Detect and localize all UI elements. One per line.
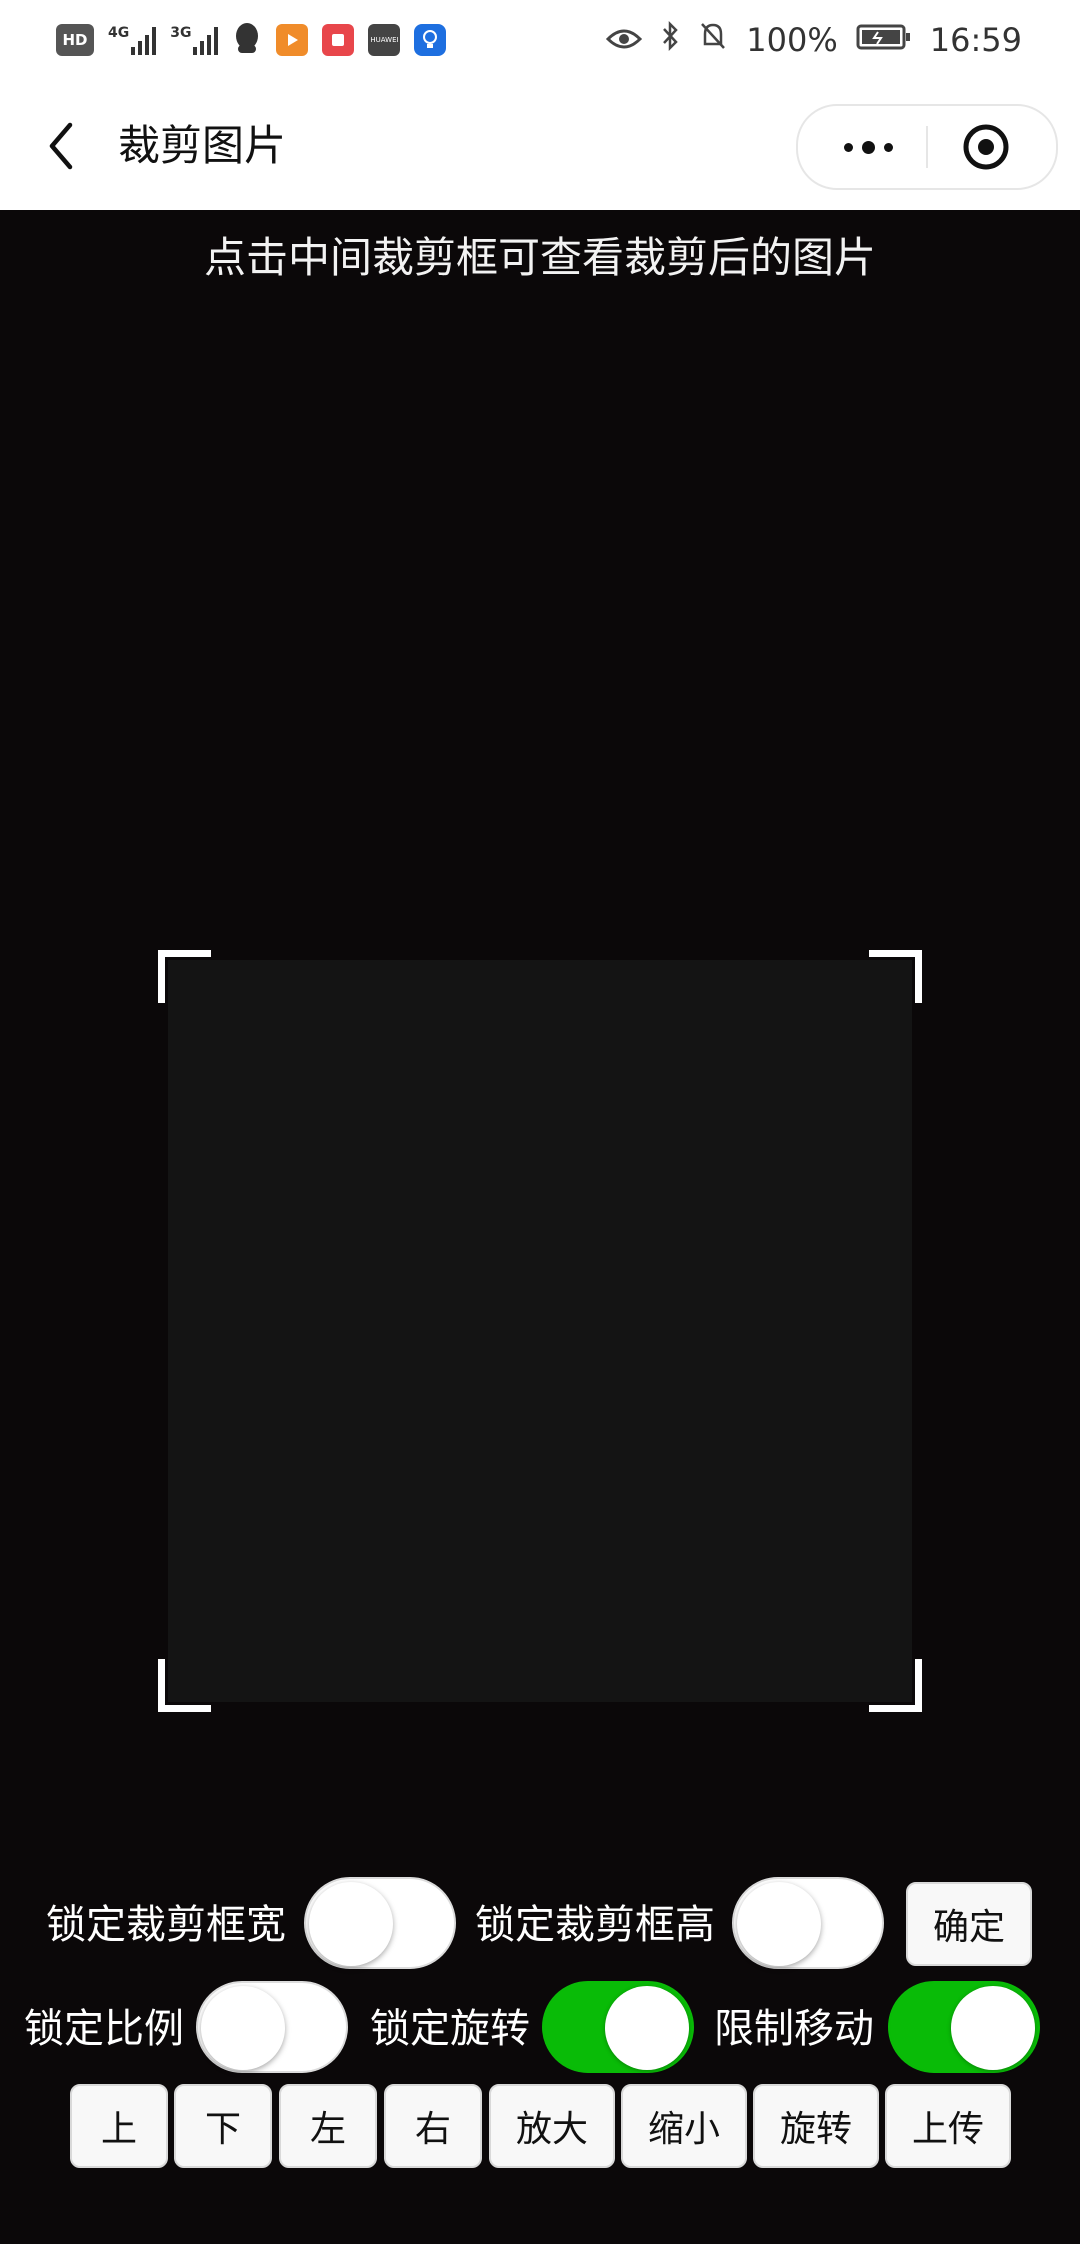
lock-width-label: 锁定裁剪框宽 (46, 1902, 286, 1948)
network-3g-label: 3G (170, 25, 192, 41)
status-right-icons: 100% 16:59 (606, 18, 1022, 62)
switch-knob (309, 1882, 393, 1966)
hd-label: HD (62, 31, 88, 49)
huawei-label: HUAWEI (370, 36, 399, 44)
capsule-divider (926, 126, 928, 168)
upload-button[interactable]: 上传 (885, 2084, 1011, 2168)
signal-3g-icon: 3G (170, 25, 219, 55)
limit-move-switch[interactable] (888, 1981, 1040, 2073)
eye-icon (606, 21, 643, 59)
mute-bell-icon (698, 20, 728, 60)
signal-4g-icon: 4G (108, 25, 157, 55)
mini-program-capsule (796, 104, 1058, 190)
hd-icon: HD (56, 24, 94, 56)
crop-preview-area[interactable] (168, 960, 912, 1702)
status-left-icons: HD 4G 3G HUAWEI (56, 18, 447, 62)
crop-corner-top-right[interactable] (869, 950, 922, 1003)
crop-frame[interactable] (158, 950, 922, 1712)
switch-knob (737, 1882, 821, 1966)
move-up-button[interactable]: 上 (70, 2084, 168, 2168)
switch-knob (201, 1986, 285, 2070)
lock-height-label: 锁定裁剪框高 (475, 1902, 715, 1948)
navigation-bar: 裁剪图片 (0, 80, 1080, 210)
bluetooth-icon (660, 20, 680, 60)
switch-knob (951, 1986, 1035, 2070)
lock-ratio-switch[interactable] (196, 1981, 348, 2073)
video-app-icon (276, 24, 309, 56)
more-button[interactable] (818, 106, 918, 188)
page-title: 裁剪图片 (118, 121, 287, 170)
crop-corner-bottom-right[interactable] (869, 1659, 922, 1712)
status-bar: HD 4G 3G HUAWEI 100% 16:59 (0, 0, 1080, 80)
more-dots-icon (843, 142, 853, 152)
switch-knob (605, 1986, 689, 2070)
qq-icon (232, 21, 262, 59)
bulb-app-icon (414, 24, 447, 56)
lock-ratio-label: 锁定比例 (24, 2006, 184, 2052)
close-mini-program-button[interactable] (962, 123, 1010, 171)
rotate-button[interactable]: 旋转 (753, 2084, 879, 2168)
chevron-left-icon (49, 122, 73, 170)
more-dot-mid (861, 140, 875, 154)
confirm-button[interactable]: 确定 (906, 1882, 1032, 1966)
lock-width-switch[interactable] (304, 1877, 456, 1969)
limit-move-label: 限制移动 (714, 2006, 874, 2052)
clock-time: 16:59 (929, 21, 1022, 59)
zoom-in-button[interactable]: 放大 (489, 2084, 615, 2168)
more-dot-right (883, 142, 893, 152)
crop-hint-text: 点击中间裁剪框可查看裁剪后的图片 (203, 233, 876, 282)
move-left-button[interactable]: 左 (279, 2084, 377, 2168)
huawei-app-icon: HUAWEI (368, 24, 401, 56)
back-button[interactable] (36, 118, 86, 174)
battery-percent: 100% (746, 21, 838, 59)
crop-corner-top-left[interactable] (158, 950, 211, 1003)
move-right-button[interactable]: 右 (384, 2084, 482, 2168)
network-4g-label: 4G (108, 25, 130, 41)
zoom-out-button[interactable]: 缩小 (621, 2084, 747, 2168)
lock-rotate-switch[interactable] (542, 1981, 694, 2073)
battery-icon (856, 21, 912, 59)
move-down-button[interactable]: 下 (174, 2084, 272, 2168)
crop-corner-bottom-left[interactable] (158, 1659, 211, 1712)
lock-height-switch[interactable] (732, 1877, 884, 1969)
lock-rotate-label: 锁定旋转 (370, 2006, 530, 2052)
target-icon (963, 124, 1009, 170)
book-app-icon (322, 24, 355, 56)
